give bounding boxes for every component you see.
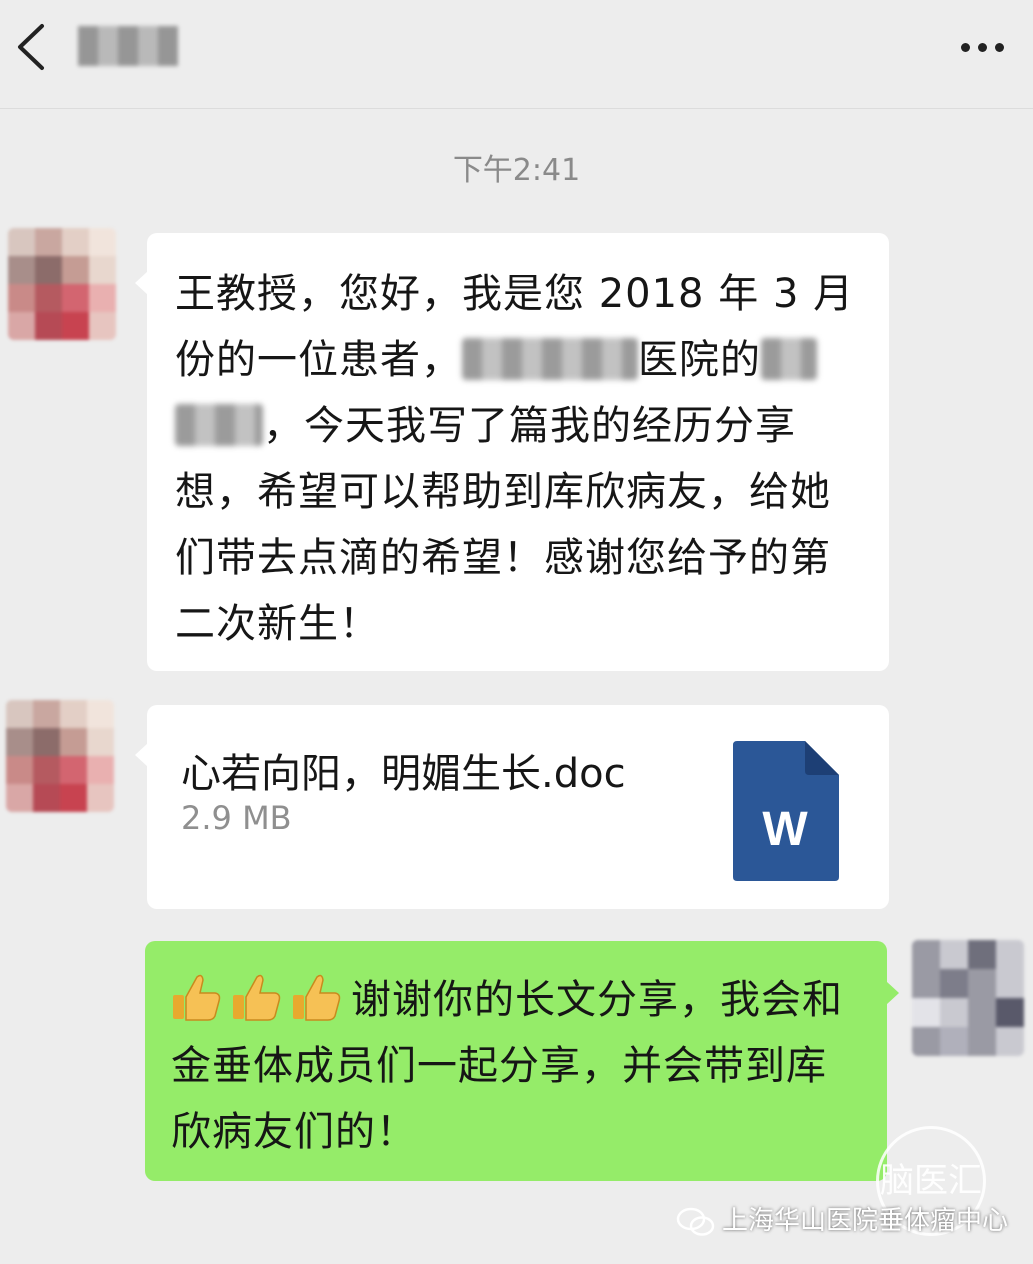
watermark-caption: 上海华山医院垂体瘤中心: [676, 1200, 1016, 1240]
more-dots-icon[interactable]: [957, 38, 1009, 58]
avatar[interactable]: [912, 940, 1024, 1056]
message-text: 王教授，您好，我是您 2018 年 3 月份的一位患者， 医院的，今天我写了篇我的…: [175, 261, 863, 657]
avatar[interactable]: [8, 228, 116, 340]
message-timestamp: 下午2:41: [452, 153, 581, 188]
contact-name-blurred: [78, 26, 178, 66]
message-text: 谢谢你的长文分享，我会和金垂体成员们一起分享，并会带到库欣病友们的！: [171, 967, 865, 1165]
file-name: 心若向阳，明媚生长.doc: [181, 751, 626, 797]
watermark-caption-text: 上海华山医院垂体瘤中心: [722, 1206, 1009, 1236]
redacted-text: [175, 404, 263, 446]
file-message-card[interactable]: 心若向阳，明媚生长.doc 2.9 MB W: [135, 705, 889, 909]
message-bubble-sent[interactable]: 谢谢你的长文分享，我会和金垂体成员们一起分享，并会带到库欣病友们的！: [145, 941, 899, 1181]
message-text-part: 医院的: [638, 337, 761, 383]
chevron-left-icon[interactable]: [14, 22, 48, 72]
message-bubble[interactable]: 王教授，您好，我是您 2018 年 3 月份的一位患者， 医院的，今天我写了篇我的…: [135, 233, 889, 671]
file-size: 2.9 MB: [181, 799, 292, 837]
svg-text:W: W: [762, 803, 808, 856]
thumbs-up-icon: [293, 974, 341, 1021]
thumbs-up-icon: [233, 974, 281, 1021]
word-document-icon: W: [733, 741, 839, 881]
thumbs-up-icon: [173, 974, 221, 1021]
avatar[interactable]: [6, 700, 114, 812]
message-text-part: ，今天我写了篇我的经历分享想，希望可以帮助到库欣病友，给她们带去点滴的希望！感谢…: [175, 403, 831, 647]
wechat-icon: [676, 1207, 715, 1236]
redacted-text: [761, 338, 817, 380]
chat-header: [0, 0, 1033, 109]
redacted-hospital: [462, 338, 638, 380]
